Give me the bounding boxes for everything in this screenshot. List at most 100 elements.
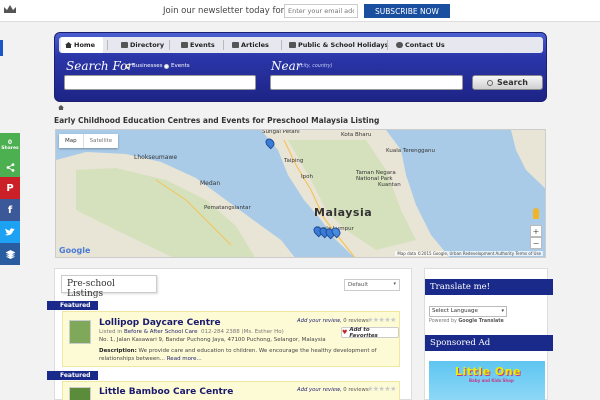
listing-thumbnail[interactable] [69, 320, 91, 344]
zoom-out-button[interactable]: − [530, 237, 542, 249]
breadcrumb-home-icon[interactable] [58, 105, 64, 110]
heart-icon: ♥ [342, 329, 348, 336]
listing-category-link[interactable]: Before & After School Care [124, 329, 197, 335]
radio-events-label: Events [171, 63, 190, 69]
nav-divider [223, 40, 224, 50]
map-country-label: Malaysia [314, 206, 373, 219]
language-select-value: Select Language [432, 308, 478, 314]
listing-review-link[interactable]: Add your review, 0 reviews [297, 387, 369, 393]
listing-review-link[interactable]: Add your review, 0 reviews [297, 318, 369, 324]
nav-contact[interactable]: Contact Us [392, 37, 449, 53]
google-brand: Google [458, 319, 478, 324]
map-place-label: Sungai Petani [262, 129, 300, 135]
near-input[interactable] [270, 75, 463, 90]
rating-stars-icon[interactable]: ★★★★★ [367, 385, 396, 393]
radio-businesses-label: Businesses [132, 63, 163, 69]
powered-by-google: Powered by Google Translate [429, 319, 504, 324]
book-icon [121, 42, 128, 48]
chevron-down-icon: ▾ [393, 281, 396, 287]
review-count: 0 reviews [343, 318, 369, 324]
nav-home-label: Home [74, 41, 96, 49]
map-place-label: Pematangsiantar [204, 205, 251, 211]
facebook-icon: f [7, 204, 13, 216]
listing-title[interactable]: Little Bamboo Care Centre [99, 387, 233, 397]
rating-stars-icon[interactable]: ★★★★★ [367, 316, 396, 324]
chevron-down-icon: ▾ [501, 308, 504, 314]
language-select[interactable]: Select Language ▾ [429, 306, 507, 317]
map-tab-map[interactable]: Map [59, 134, 83, 148]
map-place-label: Ipoh [301, 174, 313, 180]
calendar-icon [289, 42, 296, 48]
listing-title[interactable]: Lollipop Daycare Centre [99, 318, 221, 328]
add-review-link[interactable]: Add your review, [297, 387, 342, 393]
search-button-label: Search [497, 78, 528, 87]
listed-in-label: Listed in [99, 329, 123, 335]
zoom-in-button[interactable]: + [530, 225, 542, 237]
left-accent-bar [0, 40, 3, 56]
twitter-button[interactable] [0, 221, 20, 243]
radio-dot [164, 63, 169, 69]
read-more-link[interactable]: Read more... [167, 356, 202, 362]
radio-businesses[interactable]: Businesses [125, 63, 163, 69]
ad-subtitle: Baby and Kids Shop [469, 378, 514, 383]
newsletter-email-input[interactable] [284, 4, 358, 18]
map[interactable]: Map Satellite Lhokseumawe Medan Pematang… [55, 129, 546, 258]
listing-phone: 012-284 2388 (Ms. Esther Ho) [200, 329, 284, 335]
sponsored-ad-image[interactable]: Little One Baby and Kids Shop [429, 361, 545, 400]
near-hint: (city, country) [299, 64, 333, 69]
map-land [56, 130, 545, 257]
nav-divider [387, 40, 388, 50]
map-tab-satellite[interactable]: Satellite [82, 134, 119, 148]
review-count: 0 reviews [343, 387, 369, 393]
description-label: Description: [99, 348, 137, 354]
nav-articles[interactable]: Articles [228, 37, 273, 53]
listing-meta: Listed in Before & After School Care 012… [99, 329, 284, 335]
nav-directory-label: Directory [130, 41, 165, 49]
street-view-pegman-icon[interactable] [533, 208, 539, 219]
map-place-label: Kuala Terengganu [386, 148, 435, 154]
buffer-button[interactable] [0, 243, 20, 265]
listing-item: Little Bamboo Care Centre Add your revie… [62, 381, 400, 400]
search-button[interactable]: Search [472, 75, 543, 90]
pinterest-button[interactable]: P [0, 177, 20, 199]
nav-events-label: Events [190, 41, 215, 49]
share-bar: 0 Shares P f [0, 133, 20, 265]
featured-badge: Featured [47, 371, 99, 380]
add-to-favorites-button[interactable]: ♥ Add to Favorites [341, 326, 399, 339]
subscribe-button[interactable]: SUBSCRIBE NOW [364, 4, 450, 18]
facebook-button[interactable]: f [0, 199, 20, 221]
listing-item: Lollipop Daycare Centre Add your review,… [62, 311, 400, 367]
site-header: Home Directory Events Articles Public & … [54, 32, 547, 102]
powered-by-label: Powered by [429, 319, 457, 324]
favorites-label: Add to Favorites [349, 326, 378, 339]
google-logo: Google [59, 246, 91, 255]
map-place-label: Kuantan [378, 182, 401, 188]
search-input[interactable] [64, 75, 256, 90]
radio-events[interactable]: Events [164, 63, 190, 69]
share-button[interactable] [0, 157, 20, 177]
map-place-label: Taiping [284, 158, 304, 164]
nav-articles-label: Articles [241, 41, 269, 49]
description-text: We provide care and education to childre… [99, 348, 377, 362]
newsletter-bar: Join our newsletter today for free. SUBS… [0, 0, 600, 22]
nav-holidays[interactable]: Public & School Holidays [285, 37, 392, 53]
share-count-value: 0 [7, 139, 13, 146]
nav-divider [107, 40, 108, 50]
search-icon [487, 79, 494, 86]
near-label: Near [271, 59, 302, 73]
search-for-label: Search For [66, 59, 134, 73]
sort-select[interactable]: Default ▾ [344, 279, 400, 291]
sponsored-ad-title: Sponsored Ad [425, 335, 553, 351]
add-review-link[interactable]: Add your review, [297, 318, 342, 324]
translate-link[interactable]: Translate [479, 319, 504, 324]
nav-home[interactable]: Home [61, 37, 103, 53]
share-count: 0 Shares [0, 133, 20, 157]
nav-divider [169, 40, 170, 50]
listing-description: Description: We provide care and educati… [99, 348, 397, 363]
nav-directory[interactable]: Directory [117, 37, 168, 53]
home-icon [65, 42, 72, 48]
nav-events[interactable]: Events [177, 37, 219, 53]
listing-thumbnail[interactable] [69, 387, 91, 400]
share-icon [6, 162, 14, 172]
share-count-label: Shares [1, 146, 19, 151]
